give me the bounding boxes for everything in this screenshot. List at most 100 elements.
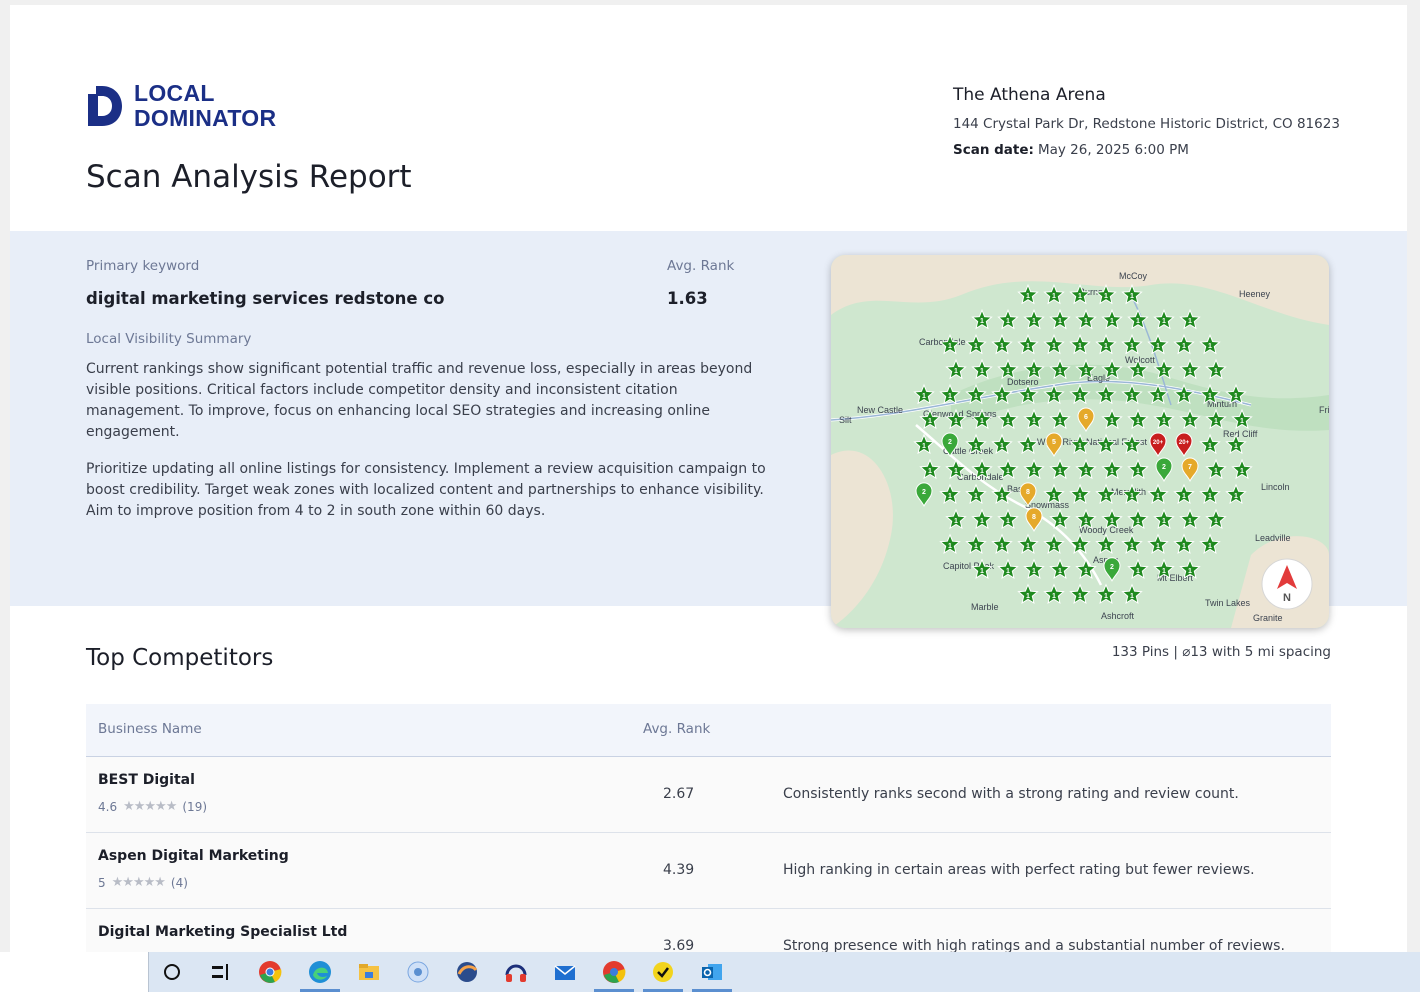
outlook-icon[interactable] — [700, 960, 724, 984]
svg-text:1: 1 — [1032, 468, 1036, 475]
svg-text:1: 1 — [1104, 493, 1108, 500]
column-avg-rank: Avg. Rank — [643, 721, 711, 737]
svg-text:1: 1 — [1104, 543, 1108, 550]
svg-text:1: 1 — [1058, 318, 1062, 325]
svg-text:1: 1 — [1078, 293, 1082, 300]
svg-text:6: 6 — [1084, 414, 1088, 421]
compass-icon[interactable]: N — [1261, 558, 1313, 610]
svg-text:8: 8 — [1032, 514, 1036, 521]
table-row[interactable]: Aspen Digital Marketing 5 ★★★★★ (4) 4.39… — [86, 833, 1331, 909]
competitor-note: High ranking in certain areas with perfe… — [783, 862, 1255, 878]
map-town-label: New Castle — [857, 405, 903, 415]
svg-text:1: 1 — [1026, 393, 1030, 400]
svg-text:1: 1 — [948, 343, 952, 350]
pins-summary: 133 Pins | ⌀13 with 5 mi spacing — [1111, 644, 1331, 660]
svg-text:1: 1 — [1156, 343, 1160, 350]
review-count: (19) — [182, 799, 208, 814]
svg-text:1: 1 — [980, 418, 984, 425]
competitor-name: BEST Digital — [98, 772, 195, 788]
svg-text:1: 1 — [1130, 543, 1134, 550]
svg-text:1: 1 — [1208, 493, 1212, 500]
svg-text:1: 1 — [1104, 393, 1108, 400]
map-town-label: Twin Lakes — [1205, 598, 1251, 608]
svg-text:1: 1 — [1104, 443, 1108, 450]
map-town-label: Heeney — [1239, 289, 1271, 299]
svg-text:1: 1 — [974, 343, 978, 350]
svg-text:1: 1 — [1162, 418, 1166, 425]
competitor-note: Consistently ranks second with a strong … — [783, 786, 1239, 802]
svg-text:1: 1 — [1188, 418, 1192, 425]
svg-text:1: 1 — [928, 418, 932, 425]
svg-text:1: 1 — [1208, 343, 1212, 350]
summary-paragraph-2: Prioritize updating all online listings … — [86, 461, 766, 519]
svg-text:1: 1 — [1078, 393, 1082, 400]
svg-text:1: 1 — [1032, 418, 1036, 425]
svg-text:1: 1 — [1078, 593, 1082, 600]
cortana-icon[interactable] — [160, 960, 184, 984]
svg-text:1: 1 — [1156, 493, 1160, 500]
competitor-name: Aspen Digital Marketing — [98, 848, 289, 864]
svg-text:1: 1 — [1162, 518, 1166, 525]
svg-text:1: 1 — [1026, 443, 1030, 450]
competitor-avg-rank: 4.39 — [663, 862, 695, 878]
svg-text:1: 1 — [1000, 393, 1004, 400]
svg-text:1: 1 — [1058, 368, 1062, 375]
task-view-icon[interactable] — [208, 960, 232, 984]
competitors-table: Business Name Avg. Rank BEST Digital 4.6… — [86, 704, 1331, 952]
svg-text:1: 1 — [980, 318, 984, 325]
svg-text:1: 1 — [1130, 443, 1134, 450]
table-header: Business Name Avg. Rank — [86, 704, 1331, 757]
svg-text:2: 2 — [1162, 464, 1166, 471]
svg-text:1: 1 — [1188, 568, 1192, 575]
table-row[interactable]: Digital Marketing Specialist Ltd 3.69 St… — [86, 909, 1331, 952]
competitor-avg-rank: 2.67 — [663, 786, 695, 802]
todo-icon[interactable] — [651, 960, 675, 984]
svg-text:1: 1 — [1058, 418, 1062, 425]
svg-text:1: 1 — [1110, 418, 1114, 425]
business-info: The Athena Arena 144 Crystal Park Dr, Re… — [953, 85, 1340, 158]
svg-text:1: 1 — [980, 518, 984, 525]
headphones-icon[interactable] — [504, 960, 528, 984]
table-row[interactable]: BEST Digital 4.6 ★★★★★ (19) 2.67 Consist… — [86, 757, 1331, 833]
competitor-name: Digital Marketing Specialist Ltd — [98, 924, 348, 940]
svg-text:8: 8 — [1026, 489, 1030, 496]
map-town-label: Lincoln — [1261, 482, 1290, 492]
svg-text:1: 1 — [1110, 468, 1114, 475]
file-explorer-icon[interactable] — [357, 960, 381, 984]
svg-text:1: 1 — [954, 418, 958, 425]
svg-text:1: 1 — [1188, 368, 1192, 375]
star-rating-icon: ★★★★★ — [123, 799, 177, 814]
svg-text:1: 1 — [980, 368, 984, 375]
map-town-label: Marble — [971, 602, 999, 612]
map-canvas: McCoyBurnsHeeneyCarbondaleWolcottEagleDo… — [831, 255, 1329, 628]
svg-text:1: 1 — [954, 368, 958, 375]
svg-text:1: 1 — [1182, 343, 1186, 350]
svg-text:1: 1 — [1188, 518, 1192, 525]
competitor-avg-rank: 3.69 — [663, 938, 695, 952]
business-address: 144 Crystal Park Dr, Redstone Historic D… — [953, 116, 1340, 132]
svg-text:1: 1 — [1058, 468, 1062, 475]
svg-text:1: 1 — [974, 443, 978, 450]
competitor-note: Strong presence with high ratings and a … — [783, 938, 1285, 952]
svg-text:1: 1 — [1214, 518, 1218, 525]
media-icon[interactable] — [406, 960, 430, 984]
svg-text:1: 1 — [1084, 318, 1088, 325]
edge-icon[interactable] — [308, 960, 332, 984]
chrome-icon[interactable] — [258, 960, 282, 984]
svg-text:1: 1 — [1136, 368, 1140, 375]
taskbar-search-box[interactable] — [0, 952, 149, 992]
chrome-profile-icon[interactable] — [602, 960, 626, 984]
browser-globe-icon[interactable] — [455, 960, 479, 984]
svg-text:1: 1 — [1156, 393, 1160, 400]
mail-icon[interactable] — [553, 960, 577, 984]
svg-text:1: 1 — [1000, 493, 1004, 500]
svg-text:1: 1 — [954, 468, 958, 475]
rank-grid-map[interactable]: McCoyBurnsHeeneyCarbondaleWolcottEagleDo… — [831, 255, 1329, 628]
svg-text:1: 1 — [1110, 518, 1114, 525]
svg-text:1: 1 — [1136, 518, 1140, 525]
svg-text:1: 1 — [1006, 568, 1010, 575]
svg-text:1: 1 — [1130, 293, 1134, 300]
summary-paragraph-1: Current rankings show significant potent… — [86, 361, 753, 440]
svg-text:20+: 20+ — [1179, 440, 1190, 446]
map-town-label: McCoy — [1119, 271, 1148, 281]
